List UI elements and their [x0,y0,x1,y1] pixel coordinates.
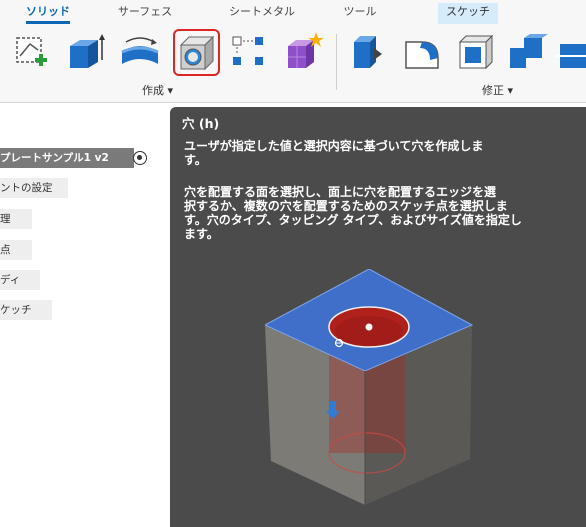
create-form-tool[interactable] [282,30,326,74]
tooltip-summary: ユーザが指定した値と選択内容に基づいて穴を作成しま す。 [184,139,484,167]
browser-document-name[interactable]: プレートサンプル1 v2 [0,148,134,168]
press-pull-tool[interactable] [346,30,390,74]
split-body-icon [556,44,586,68]
fillet-tool[interactable] [400,30,444,74]
ribbon-toolbar: 作成 ▾ 修正 ▾ [0,24,586,103]
split-tool[interactable] [556,30,586,74]
browser-item-sketches[interactable]: ケッチ [0,300,52,320]
create-group-label[interactable]: 作成 ▾ [142,82,173,98]
browser-item-bodies[interactable]: ディ [0,270,40,290]
extrude-icon [70,34,105,68]
tab-tools[interactable]: ツール [338,3,382,24]
shell-tool[interactable] [454,30,498,74]
shell-icon [458,34,494,70]
fillet-icon [405,41,439,69]
tab-solid[interactable]: ソリッド [20,3,76,24]
tab-surface[interactable]: サーフェス [112,3,178,24]
hole-icon [179,35,215,71]
hole-tool[interactable] [173,29,220,76]
direction-arrow-stem [330,401,336,411]
browser-item-origin[interactable]: 点 [0,240,32,260]
ribbon-tab-bar: ソリッド サーフェス シートメタル ツール スケッチ [0,0,586,24]
hole-illustration [265,269,474,505]
browser-item-document-settings[interactable]: ントの設定 [0,178,68,198]
create-sketch-icon [16,37,47,66]
pattern-tool[interactable] [228,30,272,74]
create-sketch-tool[interactable] [10,30,54,74]
hole-inner-wall [335,316,403,346]
hole-center-point [365,323,373,331]
modify-group-label[interactable]: 修正 ▾ [482,82,513,98]
tooltip-detail: 穴を配置する面を選択し、面上に穴を配置するエッジを選 択するか、複数の穴を配置す… [184,185,522,241]
browser-item-named-views[interactable]: 理 [0,209,32,229]
press-pull-icon [354,36,382,68]
tab-sheet-metal[interactable]: シートメタル [226,3,298,24]
tooltip-title: 穴 (h) [182,116,220,131]
rectangular-pattern-icon [232,36,263,65]
hole-tooltip: 穴 (h) ユーザが指定した値と選択内容に基づいて穴を作成しま す。 穴を配置す… [170,107,586,527]
active-component-radio[interactable] [133,151,147,165]
tab-sketch[interactable]: スケッチ [438,3,498,24]
create-form-icon [288,32,324,68]
group-separator [336,34,337,90]
revolve-icon [121,37,159,64]
extrude-tool[interactable] [64,30,108,74]
revolve-tool[interactable] [118,30,162,74]
combine-tool[interactable] [506,30,550,74]
combine-icon [510,34,548,68]
